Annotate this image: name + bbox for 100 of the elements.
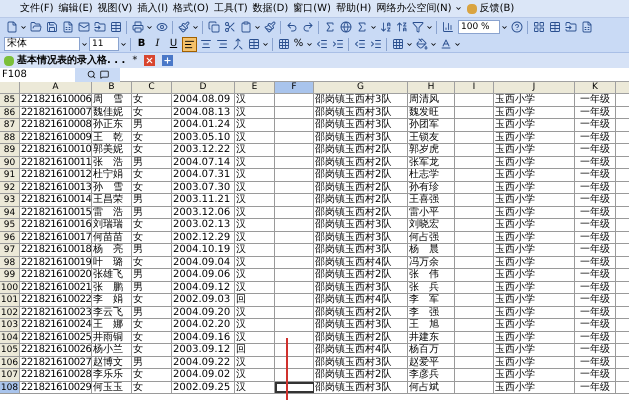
table-cell: 汉 <box>235 269 275 280</box>
brush-icon[interactable] <box>176 20 191 34</box>
table-cell: 一年级 <box>575 369 616 380</box>
row-header[interactable]: 102 <box>0 306 20 318</box>
row-header[interactable]: 99 <box>0 269 20 280</box>
zoom-field[interactable]: 100 % <box>458 20 500 34</box>
italic-button[interactable]: I <box>150 39 165 49</box>
row-header[interactable]: 103 <box>0 319 20 330</box>
column-header[interactable]: C <box>132 82 172 93</box>
save-icon[interactable] <box>44 20 59 34</box>
menu-item[interactable]: 反馈(B) <box>478 4 516 14</box>
column-header[interactable]: B <box>92 82 132 93</box>
sort-descending-icon[interactable] <box>394 20 409 34</box>
search-icon[interactable] <box>86 70 96 79</box>
row-header[interactable]: 101 <box>0 294 20 306</box>
document-tab[interactable]: 基本情况表的录入格. . . <box>17 56 126 66</box>
column-header[interactable]: I <box>455 82 494 93</box>
sort-ascending-icon[interactable] <box>378 20 393 34</box>
row-header[interactable]: 96 <box>0 232 20 243</box>
menu-item[interactable]: 格式(O) <box>171 4 211 14</box>
table-cell: 一年级 <box>575 182 616 193</box>
row-header[interactable]: 93 <box>0 194 20 206</box>
font-size-field[interactable]: 11 <box>89 37 119 51</box>
export-icon[interactable] <box>92 20 107 34</box>
column-header[interactable]: J <box>494 82 575 93</box>
row-header[interactable]: 107 <box>0 369 20 380</box>
row-header[interactable]: 94 <box>0 206 20 218</box>
row-header[interactable]: 95 <box>0 219 20 230</box>
borders-icon[interactable] <box>390 36 405 52</box>
menu-item[interactable]: 网络办公空间(N) <box>374 4 454 14</box>
row-header[interactable]: 98 <box>0 256 20 268</box>
table-cell: 玉西小学 <box>494 332 575 343</box>
column-header[interactable]: F <box>275 82 314 93</box>
menu-item[interactable]: 工具(T) <box>212 4 250 14</box>
menu-item[interactable]: 帮助(H) <box>334 4 374 14</box>
table-cell: 杨小兰 <box>92 344 132 356</box>
fill-color-icon[interactable] <box>414 36 429 52</box>
table-cell: 2003.02.13 <box>172 219 235 230</box>
copy-icon[interactable] <box>206 20 221 34</box>
row-header[interactable]: 87 <box>0 119 20 130</box>
row-header[interactable]: 89 <box>0 144 20 156</box>
table-cell: 孙 雪 <box>92 182 132 193</box>
folder-icon[interactable] <box>28 20 43 34</box>
row-header[interactable]: 97 <box>0 244 20 256</box>
row-header[interactable]: 85 <box>0 94 20 106</box>
table-icon[interactable] <box>108 20 123 34</box>
table-cell: 女 <box>132 106 172 118</box>
font-field[interactable]: 宋体 <box>4 37 80 51</box>
column-header[interactable]: G <box>314 82 408 93</box>
row-header[interactable]: 91 <box>0 169 20 180</box>
table-cell: 玉西小学 <box>494 169 575 180</box>
bold-button[interactable]: B <box>134 39 149 49</box>
table-cell: 2002.09.03 <box>172 294 235 306</box>
percent-button[interactable]: % <box>292 39 305 49</box>
table-cell: 2004.09.12 <box>172 282 235 293</box>
chart-icon[interactable] <box>440 20 455 34</box>
folder-icon[interactable] <box>563 20 578 34</box>
new-tab-icon[interactable] <box>162 55 174 66</box>
table-cell: 玉西小学 <box>494 282 575 293</box>
column-header[interactable]: D <box>172 82 235 93</box>
column-header[interactable]: K <box>575 82 616 93</box>
mail-icon[interactable] <box>76 20 91 34</box>
help-icon[interactable] <box>509 20 524 34</box>
row-header[interactable]: 105 <box>0 344 20 356</box>
format-painter-icon[interactable] <box>262 20 277 34</box>
name-box[interactable]: F108 <box>0 68 75 82</box>
table-cell: 女 <box>132 294 172 306</box>
menu-item[interactable]: 编辑(E) <box>56 4 95 14</box>
row-header[interactable]: 108 <box>0 382 20 393</box>
column-header[interactable]: A <box>20 82 92 93</box>
row-header[interactable]: 104 <box>0 332 20 343</box>
filter-icon[interactable] <box>410 20 425 34</box>
menu-item[interactable]: 插入(I) <box>135 4 170 14</box>
row-header[interactable]: 106 <box>0 356 20 368</box>
grid-icon[interactable] <box>547 20 562 34</box>
table-icon[interactable] <box>246 36 261 52</box>
menu-item[interactable]: 数据(D) <box>250 4 290 14</box>
menu-item[interactable]: 文件(F) <box>18 4 56 14</box>
table-cell: 一年级 <box>575 256 616 268</box>
row-header[interactable]: 90 <box>0 156 20 168</box>
globe-icon[interactable] <box>338 20 353 34</box>
underline-button[interactable]: U <box>166 39 181 49</box>
printer-icon[interactable] <box>130 20 145 34</box>
scissors-icon[interactable] <box>222 20 237 34</box>
layout-icon[interactable] <box>531 20 546 34</box>
row-header[interactable]: 100 <box>0 282 20 293</box>
menu-item[interactable]: 视图(V) <box>96 4 134 14</box>
table-cell: 一年级 <box>575 244 616 256</box>
table-cell: 2003.05.10 <box>172 132 235 143</box>
menu-item[interactable]: 窗口(W) <box>291 4 333 14</box>
align-left-icon[interactable] <box>182 36 197 52</box>
row-header[interactable]: 92 <box>0 182 20 193</box>
table-cell: 玉西小学 <box>494 219 575 230</box>
table-cell: 汉 <box>235 232 275 243</box>
close-icon[interactable] <box>144 55 156 66</box>
table-cell: 张 浩 <box>92 156 132 168</box>
row-header[interactable]: 88 <box>0 132 20 143</box>
table-cell: 女 <box>132 94 172 106</box>
row-header[interactable]: 86 <box>0 106 20 118</box>
column-header[interactable]: H <box>408 82 455 93</box>
